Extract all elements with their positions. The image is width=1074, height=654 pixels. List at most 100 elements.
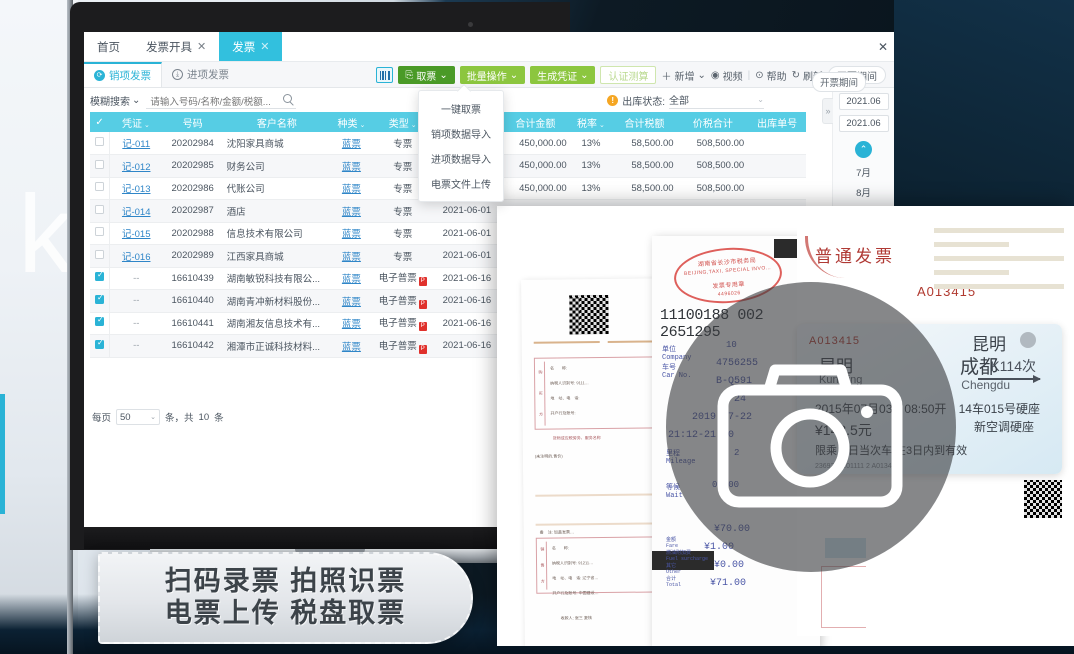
warning-icon: ! (607, 95, 618, 106)
cell-customer: 沈阳家具商城 (223, 132, 331, 155)
verify-calc-button[interactable]: 认证测算 (600, 66, 656, 84)
cell-number: 16610439 (163, 267, 223, 290)
cell-number: 16610441 (163, 312, 223, 335)
kind-link[interactable]: 蓝票 (342, 297, 361, 308)
close-icon[interactable]: ✕ (260, 40, 269, 53)
cell-kind: 蓝票 (331, 177, 372, 200)
kind-link[interactable]: 蓝票 (342, 139, 361, 150)
cell-kind: 蓝票 (331, 312, 372, 335)
collapse-panel-icon[interactable]: » (822, 98, 833, 124)
check-icon: ✓ (95, 117, 103, 128)
tab-sales-invoice[interactable]: ⟳ 销项发票 (84, 62, 162, 87)
row-checkbox[interactable] (95, 160, 104, 169)
row-checkbox[interactable] (95, 205, 104, 214)
type-label: 专票 (393, 252, 412, 263)
cell-amount: 450,000.00 (500, 155, 571, 178)
voucher-link[interactable]: 记-012 (122, 162, 151, 173)
kind-link[interactable]: 蓝票 (342, 162, 361, 173)
header-rate[interactable]: 税率⌄ (571, 112, 612, 132)
menu-item-sales-data-import[interactable]: 销项数据导入 (419, 121, 503, 146)
kind-link[interactable]: 蓝票 (342, 184, 361, 195)
row-checkbox[interactable] (95, 227, 104, 236)
tab-purchase-invoice[interactable]: ⤓ 进项发票 (162, 62, 239, 87)
page-size-select[interactable]: 50 ⌄ (116, 409, 160, 425)
cell-date: 2021-06-01 (434, 200, 500, 223)
cell-date: 2021-06-16 (434, 290, 500, 313)
header-select-all[interactable]: ✓ (90, 112, 109, 132)
row-checkbox[interactable] (95, 317, 104, 326)
cell-voucher: 记-016 (109, 245, 162, 268)
out-status-label: 出库状态: (622, 93, 665, 108)
open-period-tooltip[interactable]: 开票期间 (812, 72, 866, 92)
type-label: 电子普票 (379, 273, 417, 284)
cell-kind: 蓝票 (331, 290, 372, 313)
menu-item-one-click-fetch[interactable]: 一键取票 (419, 96, 503, 121)
header-kind[interactable]: 种类⌄ (331, 112, 372, 132)
period-end-input[interactable]: 2021.06 (839, 115, 889, 132)
search-mode-selector[interactable]: 模糊搜索 ⌄ (90, 93, 140, 108)
invoice-buyer-sidebar: 购买方 (537, 362, 546, 426)
background-accent-strip (0, 394, 5, 514)
header-voucher[interactable]: 凭证⌄ (109, 112, 162, 132)
fetch-invoice-dropdown-menu: 一键取票 销项数据导入 进项数据导入 电票文件上传 (418, 90, 504, 202)
row-checkbox-cell (90, 312, 109, 335)
window-tab-invoice-issue[interactable]: 发票开具 ✕ (133, 32, 219, 61)
type-label: 电子普票 (379, 341, 417, 352)
cell-voucher: 记-011 (109, 132, 162, 155)
page-size-value: 50 (120, 412, 131, 423)
row-checkbox[interactable] (95, 340, 104, 349)
barcode-scan-icon[interactable] (376, 67, 393, 83)
row-checkbox[interactable] (95, 272, 104, 281)
kind-link[interactable]: 蓝票 (342, 229, 361, 240)
cell-rate: 13% (571, 155, 612, 178)
cell-date: 2021-06-01 (434, 245, 500, 268)
row-checkbox[interactable] (95, 137, 104, 146)
kind-link[interactable]: 蓝票 (342, 274, 361, 285)
cell-tax: 58,500.00 (611, 155, 677, 178)
video-button[interactable]: ◉ 视频 (711, 68, 743, 83)
period-start-input[interactable]: 2021.06 (839, 93, 889, 110)
pdf-icon[interactable]: P (419, 300, 427, 309)
voucher-link[interactable]: 记-014 (122, 207, 151, 218)
fetch-invoice-button[interactable]: ⎘ 取票 ⌄ (398, 66, 454, 84)
header-total: 价税合计 (678, 112, 749, 132)
menu-item-purchase-data-import[interactable]: 进项数据导入 (419, 146, 503, 171)
pager-suffix: 条 (214, 410, 224, 424)
kind-link[interactable]: 蓝票 (342, 342, 361, 353)
row-checkbox[interactable] (95, 182, 104, 191)
kind-link[interactable]: 蓝票 (342, 319, 361, 330)
voucher-link[interactable]: 记-016 (122, 252, 151, 263)
chevron-down-icon: ⌄ (510, 70, 518, 81)
period-month-item[interactable]: 8月 (833, 182, 894, 202)
window-tab-home[interactable]: 首页 (84, 32, 133, 61)
help-button[interactable]: ⊙ 帮助 (755, 68, 786, 83)
batch-operation-button[interactable]: 批量操作 ⌄ (460, 66, 525, 84)
cell-date: 2021-06-01 (434, 222, 500, 245)
pdf-icon[interactable]: P (419, 322, 427, 331)
close-icon[interactable]: ✕ (197, 40, 206, 53)
window-tab-label: 发票开具 (146, 39, 192, 55)
voucher-link[interactable]: 记-013 (122, 184, 151, 195)
period-month-item[interactable]: 7月 (833, 162, 894, 182)
menu-item-einvoice-file-upload[interactable]: 电票文件上传 (419, 171, 503, 196)
voucher-link[interactable]: 记-011 (122, 139, 150, 150)
voucher-link[interactable]: 记-015 (122, 229, 151, 240)
ticket-destination-en: Chengdu (961, 378, 1010, 392)
kind-link[interactable]: 蓝票 (342, 207, 361, 218)
pdf-icon[interactable]: P (419, 277, 427, 286)
cell-kind: 蓝票 (331, 200, 372, 223)
pdf-icon[interactable]: P (419, 345, 427, 354)
generate-voucher-button[interactable]: 生成凭证 ⌄ (530, 66, 595, 84)
kind-link[interactable]: 蓝票 (342, 252, 361, 263)
search-input[interactable] (146, 94, 296, 110)
out-status-select[interactable]: 全部 ⌄ (669, 92, 764, 109)
row-checkbox[interactable] (95, 250, 104, 259)
window-tab-invoice[interactable]: 发票 ✕ (219, 32, 282, 61)
search-icon[interactable] (283, 94, 292, 103)
cell-rate: 13% (571, 177, 612, 200)
row-checkbox[interactable] (95, 295, 104, 304)
scroll-up-icon[interactable]: ⌃ (855, 141, 872, 158)
close-all-tabs-icon[interactable]: ✕ (872, 32, 894, 62)
header-customer: 客户名称 (223, 112, 331, 132)
add-new-button[interactable]: ＋ 新增 ⌄ (661, 68, 705, 83)
